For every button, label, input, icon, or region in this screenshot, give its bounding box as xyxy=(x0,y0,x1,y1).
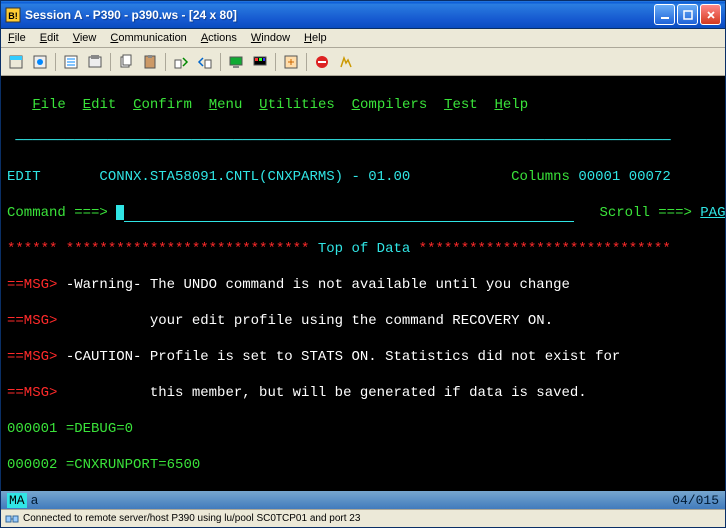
command-input[interactable] xyxy=(124,207,574,222)
msg-line: ==MSG> -Warning- The UNDO command is not… xyxy=(7,276,719,294)
menu-communication[interactable]: Communication xyxy=(103,30,193,46)
toolbar-btn-4[interactable] xyxy=(84,51,106,73)
close-button[interactable] xyxy=(700,4,721,25)
toolbar-sep xyxy=(306,53,307,71)
window-title: Session A - P390 - p390.ws - [24 x 80] xyxy=(25,8,654,22)
menu-window[interactable]: Window xyxy=(244,30,297,46)
scroll-field[interactable]: PAGE xyxy=(700,205,725,221)
oia-a: a xyxy=(31,493,39,508)
ispf-menubar[interactable]: File Edit Confirm Menu Utilities Compile… xyxy=(7,96,719,114)
toolbar-sep xyxy=(165,53,166,71)
separator-line: ────────────────────────────────────────… xyxy=(7,132,719,150)
svg-text:B!: B! xyxy=(8,11,18,21)
toolbar-sep xyxy=(110,53,111,71)
menubar: File Edit View Communication Actions Win… xyxy=(1,29,725,48)
toolbar-paste-icon[interactable] xyxy=(139,51,161,73)
app-icon: B! xyxy=(5,7,21,23)
oia-line: MA a 04/015 xyxy=(1,491,725,509)
toolbar-stop-icon[interactable] xyxy=(311,51,333,73)
toolbar-copy-icon[interactable] xyxy=(115,51,137,73)
toolbar-receive-icon[interactable] xyxy=(194,51,216,73)
toolbar xyxy=(1,48,725,76)
msg-line: ==MSG> this member, but will be generate… xyxy=(7,384,719,402)
menu-edit[interactable]: Edit xyxy=(33,30,66,46)
toolbar-color-icon[interactable] xyxy=(249,51,271,73)
statusbar: Connected to remote server/host P390 usi… xyxy=(1,509,725,527)
cursor xyxy=(116,205,124,220)
toolbar-send-icon[interactable] xyxy=(170,51,192,73)
msg-line: ==MSG> -CAUTION- Profile is set to STATS… xyxy=(7,348,719,366)
menu-file[interactable]: File xyxy=(1,30,33,46)
toolbar-display-icon[interactable] xyxy=(225,51,247,73)
minimize-button[interactable] xyxy=(654,4,675,25)
titlebar[interactable]: B! Session A - P390 - p390.ws - [24 x 80… xyxy=(1,1,725,29)
toolbar-btn-3[interactable] xyxy=(60,51,82,73)
data-line[interactable]: 000001 =DEBUG=0 xyxy=(7,420,719,438)
menu-view[interactable]: View xyxy=(66,30,104,46)
data-line[interactable]: 000002 =CNXRUNPORT=6500 xyxy=(7,456,719,474)
msg-line: ==MSG> your edit profile using the comma… xyxy=(7,312,719,330)
toolbar-btn-13[interactable] xyxy=(335,51,357,73)
maximize-button[interactable] xyxy=(677,4,698,25)
toolbar-sep xyxy=(275,53,276,71)
menu-actions[interactable]: Actions xyxy=(194,30,244,46)
command-line[interactable]: Command ===> Scroll ===> PAGE xyxy=(7,204,719,222)
oia-ma: MA xyxy=(7,493,27,508)
terminal-screen[interactable]: File Edit Confirm Menu Utilities Compile… xyxy=(1,76,725,491)
menu-help[interactable]: Help xyxy=(297,30,334,46)
toolbar-btn-2[interactable] xyxy=(29,51,51,73)
connection-icon xyxy=(5,512,19,526)
toolbar-sep xyxy=(220,53,221,71)
toolbar-sep xyxy=(55,53,56,71)
edit-header: EDIT CONNX.STA58091.CNTL(CNXPARMS) - 01.… xyxy=(7,168,719,186)
status-text: Connected to remote server/host P390 usi… xyxy=(23,513,360,524)
oia-cursor-pos: 04/015 xyxy=(672,493,719,508)
toolbar-btn-11[interactable] xyxy=(280,51,302,73)
toolbar-btn-1[interactable] xyxy=(5,51,27,73)
app-window: B! Session A - P390 - p390.ws - [24 x 80… xyxy=(0,0,726,528)
top-of-data: ****** ***************************** Top… xyxy=(7,240,719,258)
